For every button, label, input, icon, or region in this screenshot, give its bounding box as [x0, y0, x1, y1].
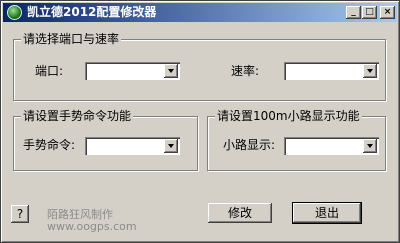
route-group-title: 请设置100m小路显示功能 — [215, 109, 362, 123]
chevron-down-icon[interactable] — [164, 64, 178, 78]
port-select[interactable] — [85, 62, 180, 80]
chevron-down-icon[interactable] — [164, 139, 178, 153]
port-label: 端口: — [35, 64, 64, 78]
route-label: 小路显示: — [223, 138, 276, 152]
gesture-group-title: 请设置手势命令功能 — [21, 109, 134, 123]
title-bar[interactable]: 凯立德2012配置修改器 _ □ × — [3, 3, 397, 22]
website-text: www.oogps.com — [47, 220, 137, 233]
window-title: 凯立德2012配置修改器 — [27, 5, 157, 19]
rate-label: 速率: — [231, 64, 260, 78]
app-icon — [7, 5, 22, 20]
route-select[interactable] — [284, 137, 379, 155]
gesture-label: 手势命令: — [23, 138, 76, 152]
port-rate-group-title: 请选择端口与速率 — [21, 32, 122, 46]
app-window: 凯立德2012配置修改器 _ □ × 请选择端口与速率 端口: 速率: 请设置手… — [0, 0, 400, 243]
maximize-button[interactable]: □ — [362, 6, 377, 19]
gesture-select[interactable] — [85, 137, 180, 155]
chevron-down-icon[interactable] — [363, 139, 377, 153]
exit-button[interactable]: 退出 — [292, 202, 362, 224]
chevron-down-icon[interactable] — [363, 64, 377, 78]
minimize-button[interactable]: _ — [346, 6, 361, 19]
modify-button[interactable]: 修改 — [208, 203, 272, 223]
help-button[interactable]: ? — [11, 205, 29, 223]
rate-select[interactable] — [284, 62, 379, 80]
close-button[interactable]: × — [380, 6, 395, 19]
